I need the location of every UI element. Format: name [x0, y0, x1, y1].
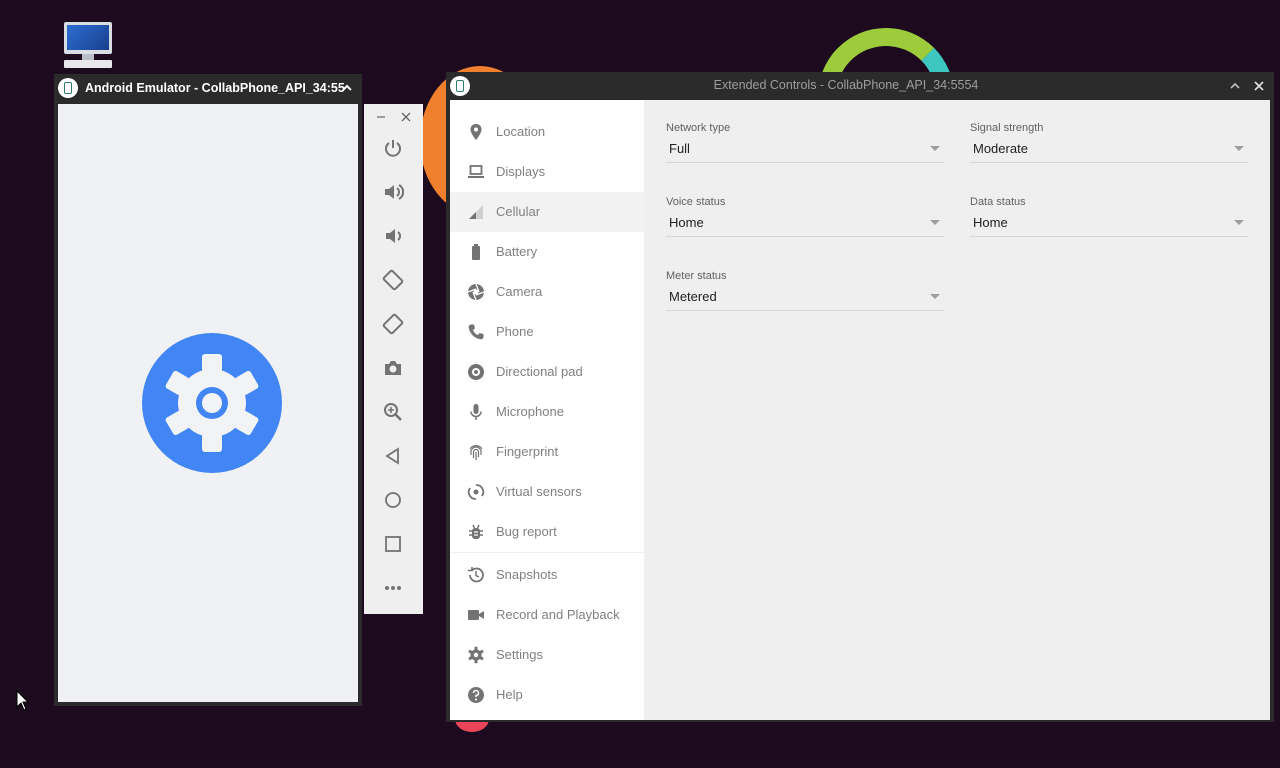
computer-desktop-icon[interactable]	[62, 22, 114, 70]
extended-controls-sidebar: Location Displays Cellular Battery Camer…	[450, 100, 644, 720]
nav-item-displays[interactable]: Displays	[450, 152, 644, 192]
dpad-icon	[466, 362, 486, 382]
nav-item-fingerprint[interactable]: Fingerprint	[450, 432, 644, 472]
help-icon	[466, 685, 486, 705]
extended-controls-window: Extended Controls - CollabPhone_API_34:5…	[446, 72, 1274, 722]
nav-item-settings[interactable]: Settings	[450, 635, 644, 675]
power-icon[interactable]	[379, 134, 407, 162]
nav-item-phone[interactable]: Phone	[450, 312, 644, 352]
camera-icon[interactable]	[379, 354, 407, 382]
nav-label: Virtual sensors	[496, 484, 582, 499]
overview-icon[interactable]	[379, 530, 407, 558]
signal-strength-value: Moderate	[973, 141, 1028, 156]
nav-item-microphone[interactable]: Microphone	[450, 392, 644, 432]
zoom-icon[interactable]	[379, 398, 407, 426]
chevron-up-icon[interactable]	[1228, 79, 1242, 93]
meter-status-value: Metered	[669, 289, 717, 304]
nav-item-record-and-playback[interactable]: Record and Playback	[450, 595, 644, 635]
device-screen[interactable]	[58, 104, 358, 702]
nav-label: Directional pad	[496, 364, 583, 379]
dropdown-arrow-icon	[930, 220, 940, 225]
emulator-title: Android Emulator - CollabPhone_API_34:55	[85, 81, 345, 95]
microphone-icon	[466, 402, 486, 422]
home-icon[interactable]	[379, 486, 407, 514]
cellular-signal-icon	[466, 202, 486, 222]
nav-label: Help	[496, 687, 523, 702]
emulator-toolbar	[364, 104, 423, 614]
dropdown-arrow-icon	[1234, 146, 1244, 151]
network-type-value: Full	[669, 141, 690, 156]
nav-label: Fingerprint	[496, 444, 559, 459]
phone-icon	[466, 322, 486, 342]
nav-item-battery[interactable]: Battery	[450, 232, 644, 272]
mouse-cursor-icon	[16, 690, 30, 711]
nav-label: Location	[496, 124, 546, 139]
emulator-window: Android Emulator - CollabPhone_API_34:55	[54, 74, 362, 706]
extended-controls-title-bar[interactable]: Extended Controls - CollabPhone_API_34:5…	[446, 72, 1274, 100]
rotate-left-icon[interactable]	[379, 266, 407, 294]
signal-strength-label: Signal strength	[970, 122, 1044, 134]
minimize-icon[interactable]	[374, 110, 388, 124]
gear-icon	[466, 645, 486, 665]
data-status-label: Data status	[970, 196, 1026, 208]
nav-item-camera[interactable]: Camera	[450, 272, 644, 312]
extended-controls-title: Extended Controls - CollabPhone_API_34:5…	[713, 78, 979, 92]
rotate-right-icon[interactable]	[379, 310, 407, 338]
meter-status-label: Meter status	[666, 270, 727, 282]
voice-status-label: Voice status	[666, 196, 726, 208]
nav-label: Record and Playback	[496, 607, 620, 622]
nav-label: Phone	[496, 324, 534, 339]
cellular-settings-panel: Network type Full Signal strength Modera…	[644, 100, 1270, 720]
nav-label: Displays	[496, 164, 546, 179]
nav-label: Microphone	[496, 404, 564, 419]
laptop-icon	[466, 162, 486, 182]
volume-up-icon[interactable]	[379, 178, 407, 206]
nav-item-directional-pad[interactable]: Directional pad	[450, 352, 644, 392]
nav-label: Bug report	[496, 524, 557, 539]
fingerprint-icon	[466, 442, 486, 462]
dropdown-arrow-icon	[1234, 220, 1244, 225]
dropdown-arrow-icon	[930, 146, 940, 151]
camera-aperture-icon	[466, 282, 486, 302]
nav-item-cellular[interactable]: Cellular	[450, 192, 644, 232]
nav-item-help[interactable]: Help	[450, 675, 644, 715]
nav-label: Battery	[496, 244, 538, 259]
nav-divider	[450, 552, 644, 553]
back-icon[interactable]	[379, 442, 407, 470]
close-icon[interactable]	[399, 110, 413, 124]
nav-label: Camera	[496, 284, 543, 299]
nav-label: Cellular	[496, 204, 541, 219]
voice-status-value: Home	[669, 215, 704, 230]
nav-item-virtual-sensors[interactable]: Virtual sensors	[450, 472, 644, 512]
emulator-app-icon	[58, 78, 78, 98]
nav-item-location[interactable]: Location	[450, 112, 644, 152]
history-icon	[466, 565, 486, 585]
data-status-value: Home	[973, 215, 1008, 230]
emulator-title-bar[interactable]: Android Emulator - CollabPhone_API_34:55	[54, 74, 362, 102]
bug-icon	[466, 522, 486, 542]
network-type-label: Network type	[666, 122, 731, 134]
more-icon[interactable]	[379, 574, 407, 602]
close-icon[interactable]	[1252, 79, 1266, 93]
nav-label: Snapshots	[496, 567, 558, 582]
settings-gear-icon[interactable]	[142, 333, 282, 473]
battery-icon	[466, 242, 486, 262]
dropdown-arrow-icon	[930, 294, 940, 299]
sensors-icon	[466, 482, 486, 502]
volume-down-icon[interactable]	[379, 222, 407, 250]
nav-item-bug-report[interactable]: Bug report	[450, 512, 644, 552]
videocam-icon	[466, 605, 486, 625]
nav-label: Settings	[496, 647, 543, 662]
location-pin-icon	[466, 122, 486, 142]
nav-item-snapshots[interactable]: Snapshots	[450, 555, 644, 595]
chevron-up-icon[interactable]	[340, 81, 354, 95]
